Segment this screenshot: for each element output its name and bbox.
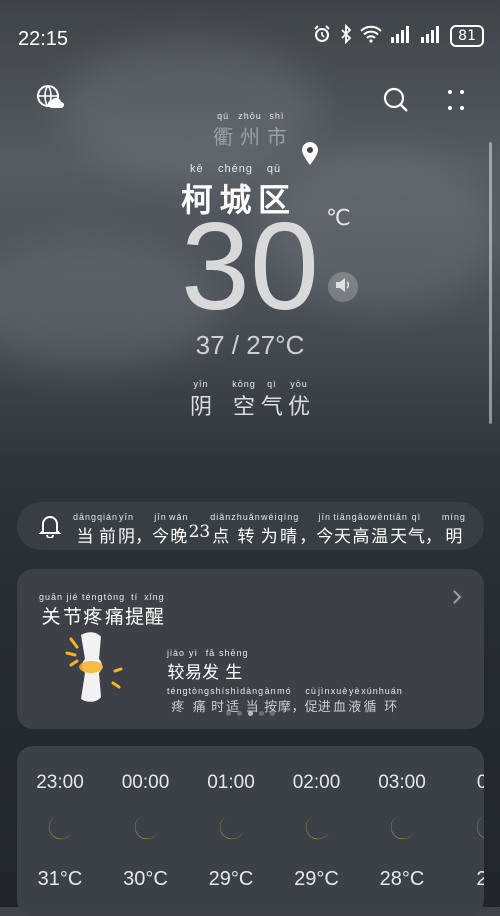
page-dot [259, 711, 264, 716]
ruby-char: qián 前 [97, 512, 119, 547]
status-bar: 22:15 81 [0, 0, 500, 80]
ruby-char: gāo 高 [351, 512, 370, 547]
page-dot [226, 711, 231, 716]
ruby-char: 23 [188, 522, 211, 542]
weather-alert-bar[interactable]: dāng 当 qián 前 yīn 阴 ， jīn 今 wǎn 晚 23 diǎn 点 zhuǎn 转 wé… [17, 502, 484, 550]
speaker-icon [334, 276, 352, 298]
ruby-char: zhuǎn 转 [231, 512, 261, 547]
hour-time: 03:00 [378, 772, 426, 793]
status-icons: 81 [312, 23, 484, 48]
ruby-char: dāng 当 [73, 512, 98, 547]
moon-icon [25, 812, 95, 848]
hourly-item[interactable]: 03:00 28°C [367, 746, 437, 891]
hour-time: 00:00 [121, 772, 170, 793]
speaker-button[interactable] [328, 272, 358, 302]
hour-time: 04 [476, 772, 484, 793]
ruby-char: ， [135, 527, 153, 547]
signal-icon [390, 25, 412, 47]
chevron-right-icon[interactable] [452, 589, 462, 609]
ruby-char: jīn 今 [152, 512, 170, 547]
ruby-char: jīn 今 [316, 512, 334, 547]
bell-icon [39, 514, 61, 538]
hour-time: 01:00 [207, 772, 255, 793]
current-temperature: 30 [181, 198, 319, 336]
hourly-item[interactable]: 04 28 [453, 746, 484, 891]
hour-time: 02:00 [292, 772, 341, 793]
hourly-item[interactable]: 00:00 30°C [111, 746, 181, 891]
ruby-char: wǎn 晚 [169, 512, 189, 547]
joint-pain-card[interactable]: guān 关 jié 节 téng 疼 tòng 痛 tí 提 xǐng 醒 jiào 较 yì 易 fā 发 s… [17, 569, 484, 729]
hour-temp: 29°C [294, 868, 339, 890]
alarm-icon [312, 24, 332, 48]
ruby-char: tiān 天 [389, 512, 408, 547]
moon-icon [453, 812, 484, 848]
hourly-item[interactable]: 01:00 29°C [196, 746, 266, 891]
ruby-char: míng 明 [441, 512, 466, 547]
hour-temp: 28 [476, 868, 484, 890]
moon-icon [196, 812, 266, 848]
battery-indicator: 81 [450, 25, 484, 47]
ruby-char: ， [424, 527, 442, 547]
hour-time: 23:00 [36, 772, 84, 793]
weather-air-quality: yīn 阴 kōng 空 qì 气 yōu 优 [190, 379, 310, 420]
hourly-item[interactable]: 02:00 29°C [282, 746, 352, 891]
ruby-char: diǎn 点 [210, 512, 232, 547]
moon-icon [111, 812, 181, 848]
joint-pain-detail: jiào 较 yì 易 fā 发 shēng 生 téng 疼 tòng 痛 shí 时 shì 适 dàng… [167, 641, 403, 715]
bluetooth-icon [340, 23, 352, 48]
signal-icon [420, 25, 442, 47]
alert-text: dāng 当 qián 前 yīn 阴 ， jīn 今 wǎn 晚 23 diǎn 点 zhuǎn 转 wé… [73, 505, 466, 547]
joint-card-title: guān 关 jié 节 téng 疼 tòng 痛 tí 提 xǐng 醒 [39, 592, 165, 628]
hourly-forecast[interactable]: 23:00 31°C 00:00 30°C 01:00 29°C 02:00 29°C 03:0… [17, 746, 484, 916]
hour-temp: 28°C [379, 868, 425, 890]
page-dot [248, 711, 253, 716]
ruby-char: ， [299, 527, 317, 547]
scrollbar[interactable] [489, 142, 492, 424]
ruby-char: qì 气 [407, 512, 425, 547]
ruby-char: wēn 温 [369, 512, 390, 547]
status-time: 22:15 [18, 28, 69, 50]
hourly-item[interactable]: 23:00 31°C [25, 746, 95, 891]
location-pin-icon [301, 142, 319, 170]
hour-temp: 31°C [37, 868, 83, 890]
joint-level: jiào 较 yì 易 fā 发 shēng 生 [167, 648, 249, 683]
hour-temp: 30°C [123, 868, 168, 890]
moon-icon [282, 812, 352, 848]
page-indicator [17, 711, 484, 716]
wifi-icon [360, 25, 382, 47]
hour-temp: 29°C [208, 868, 254, 890]
page-dot [270, 711, 275, 716]
knee-joint-icon [61, 631, 131, 707]
ruby-char: qíng 晴 [277, 512, 300, 547]
ruby-char: tiān 天 [333, 512, 352, 547]
moon-icon [367, 812, 437, 848]
temperature-range: 37 / 27°C [195, 330, 305, 360]
ruby-char: yīn 阴 [118, 512, 136, 547]
ruby-char: wéi 为 [260, 512, 278, 547]
page-dot [237, 711, 242, 716]
temperature-unit: ℃ [326, 206, 351, 231]
